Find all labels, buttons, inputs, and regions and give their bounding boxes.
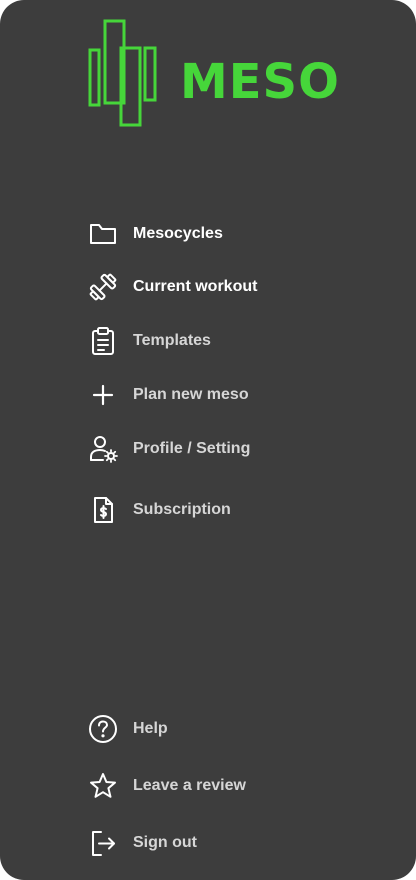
menu-item-label: Mesocycles xyxy=(133,225,223,242)
user-settings-icon xyxy=(86,432,120,466)
star-icon xyxy=(86,769,120,803)
help-icon xyxy=(86,712,120,746)
menu-item-templates[interactable]: Templates xyxy=(86,323,211,359)
menu-item-plan-new-meso[interactable]: Plan new meso xyxy=(86,377,249,413)
logo-mark-icon xyxy=(88,19,157,127)
folder-icon xyxy=(86,217,120,251)
menu-item-current-workout[interactable]: Current workout xyxy=(86,269,257,305)
menu-item-help[interactable]: Help xyxy=(86,711,168,747)
menu-item-label: Profile / Setting xyxy=(133,440,251,457)
menu-item-profile-setting[interactable]: Profile / Setting xyxy=(86,431,250,467)
menu-item-label: Subscription xyxy=(133,501,231,518)
logo-wordmark: MESO xyxy=(180,54,340,110)
sign-out-icon xyxy=(86,826,120,860)
menu-item-label: Leave a review xyxy=(133,777,246,794)
menu-item-subscription[interactable]: Subscription xyxy=(86,492,231,528)
menu-item-label: Help xyxy=(133,720,168,737)
menu-item-sign-out[interactable]: Sign out xyxy=(86,825,197,861)
clipboard-icon xyxy=(86,324,120,358)
menu-item-label: Current workout xyxy=(133,278,258,295)
menu-item-mesocycles[interactable]: Mesocycles xyxy=(86,216,223,252)
navigation-drawer: MESO Mesocycles Current workout Template… xyxy=(0,0,416,880)
menu-item-leave-review[interactable]: Leave a review xyxy=(86,768,246,804)
menu-item-label: Plan new meso xyxy=(133,386,249,403)
menu-item-label: Templates xyxy=(133,332,211,349)
dumbbell-icon xyxy=(86,270,120,304)
menu-item-label: Sign out xyxy=(133,834,197,851)
app-logo: MESO xyxy=(88,18,348,130)
plus-icon xyxy=(86,378,120,412)
dollar-document-icon xyxy=(86,493,120,527)
